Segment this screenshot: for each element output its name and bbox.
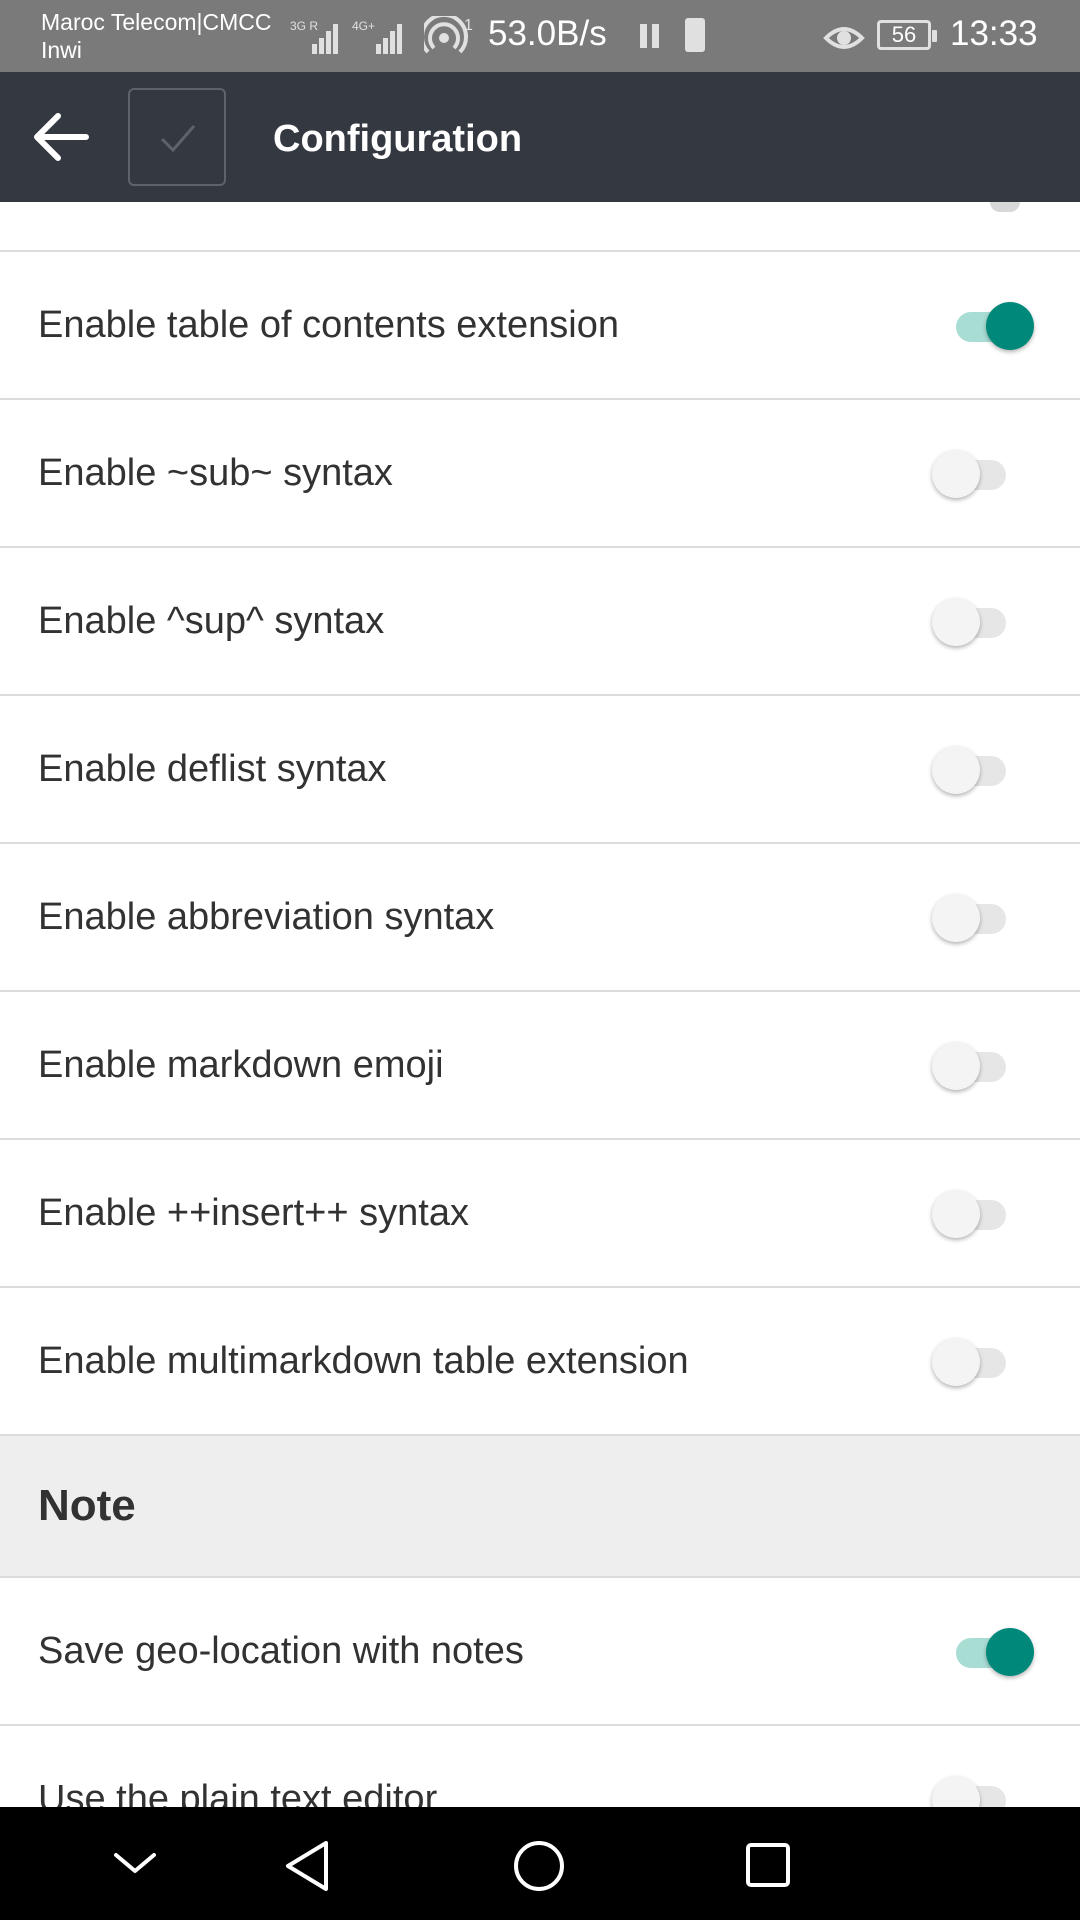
setting-row-mmd-table[interactable]: Enable multimarkdown table extension <box>0 1288 1080 1436</box>
setting-row-abbreviation[interactable]: Enable abbreviation syntax <box>0 844 1080 992</box>
toggle-switch[interactable] <box>932 1776 1016 1807</box>
section-header-note: Note <box>0 1436 1080 1578</box>
signal-3g-icon: 3G R <box>290 19 338 54</box>
recents-square-icon[interactable] <box>744 1841 792 1889</box>
back-triangle-icon[interactable] <box>282 1839 332 1893</box>
toggle-switch[interactable] <box>932 746 1016 794</box>
home-circle-icon[interactable] <box>512 1839 566 1893</box>
carrier-info: Maroc Telecom|CMCC Inwi <box>41 8 271 64</box>
check-icon <box>160 125 196 153</box>
switch-thumb <box>932 1042 980 1090</box>
switch-thumb <box>986 302 1034 350</box>
clock: 13:33 <box>950 14 1038 53</box>
switch-thumb <box>932 450 980 498</box>
switch-thumb <box>932 1338 980 1386</box>
setting-label: Enable ~sub~ syntax <box>38 452 393 494</box>
system-nav-bar <box>0 1807 1080 1920</box>
switch-thumb <box>932 746 980 794</box>
battery-icon: 56 <box>877 20 937 50</box>
setting-label: Enable ^sup^ syntax <box>38 600 385 642</box>
app-toolbar: Configuration <box>0 72 1080 202</box>
switch-thumb <box>932 1190 980 1238</box>
status-bar: Maroc Telecom|CMCC Inwi 3G R 4G+ 1 53.0B… <box>0 0 1080 72</box>
toggle-switch[interactable] <box>932 1042 1016 1090</box>
battery-level: 56 <box>891 22 917 47</box>
setting-label: Enable ++insert++ syntax <box>38 1192 469 1234</box>
pause-icon <box>640 24 660 48</box>
setting-row-geolocation[interactable]: Save geo-location with notes <box>0 1578 1080 1726</box>
setting-label: Enable deflist syntax <box>38 748 387 790</box>
setting-row-deflist[interactable]: Enable deflist syntax <box>0 696 1080 844</box>
setting-label: Enable multimarkdown table extension <box>38 1340 689 1382</box>
toggle-switch[interactable] <box>932 598 1016 646</box>
toggle-switch[interactable] <box>932 1338 1016 1386</box>
toggle-switch[interactable] <box>932 450 1016 498</box>
net-speed: 53.0B/s <box>488 14 607 53</box>
switch-thumb <box>932 894 980 942</box>
switch-thumb <box>932 598 980 646</box>
signal-4g-icon: 4G+ <box>352 19 402 54</box>
hotspot-icon: 1 <box>424 16 473 54</box>
switch-thumb <box>986 1628 1034 1676</box>
setting-row-plain-editor[interactable]: Use the plain text editor <box>0 1726 1080 1807</box>
carrier-primary: Maroc Telecom|CMCC <box>41 9 272 35</box>
arrow-back-icon[interactable] <box>26 102 96 172</box>
confirm-button[interactable] <box>128 88 226 186</box>
section-title: Note <box>38 1481 136 1530</box>
chevron-down-icon[interactable] <box>108 1843 162 1883</box>
toggle-switch[interactable] <box>932 894 1016 942</box>
hotspot-count: 1 <box>464 17 473 34</box>
settings-list[interactable]: Enable table of contents extension Enabl… <box>0 202 1080 1807</box>
battery-alert-icon <box>685 18 705 52</box>
eye-icon <box>823 27 865 49</box>
setting-row-toc[interactable]: Enable table of contents extension <box>0 252 1080 400</box>
setting-row-insert[interactable]: Enable ++insert++ syntax <box>0 1140 1080 1288</box>
switch-thumb <box>932 1776 980 1807</box>
partial-switch <box>990 202 1020 212</box>
setting-label: Save geo-location with notes <box>38 1630 524 1672</box>
signal-2-label: 4G+ <box>352 19 375 33</box>
toggle-switch[interactable] <box>948 302 1034 350</box>
signal-1-label: 3G R <box>290 19 318 33</box>
setting-label: Use the plain text editor <box>38 1778 438 1807</box>
toggle-switch[interactable] <box>948 1628 1034 1676</box>
setting-label: Enable abbreviation syntax <box>38 896 495 938</box>
page-title: Configuration <box>273 118 523 160</box>
setting-row-sup[interactable]: Enable ^sup^ syntax <box>0 548 1080 696</box>
carrier-secondary: Inwi <box>41 37 82 63</box>
setting-row-sub[interactable]: Enable ~sub~ syntax <box>0 400 1080 548</box>
setting-label: Enable table of contents extension <box>38 304 619 346</box>
setting-label: Enable markdown emoji <box>38 1044 444 1086</box>
setting-row-emoji[interactable]: Enable markdown emoji <box>0 992 1080 1140</box>
toggle-switch[interactable] <box>932 1190 1016 1238</box>
